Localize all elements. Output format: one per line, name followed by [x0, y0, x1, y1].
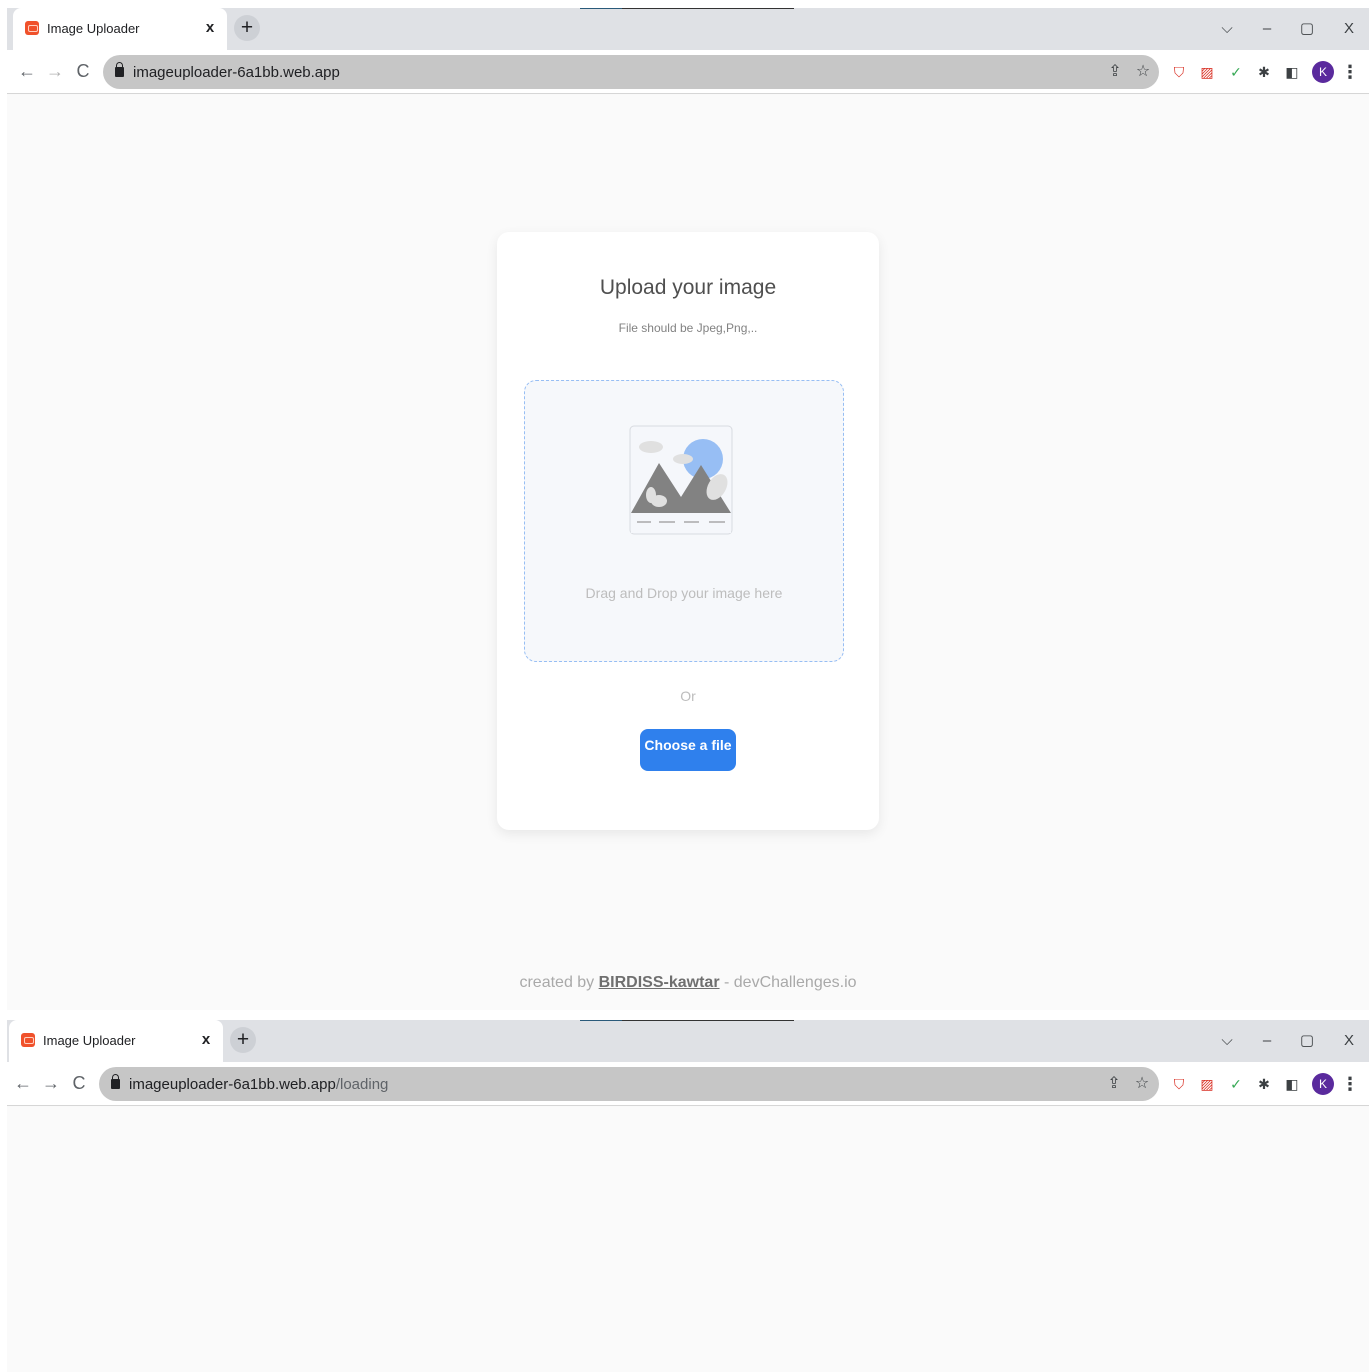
share-icon[interactable]: ⇪ [1104, 1074, 1124, 1094]
or-divider-text: Or [680, 688, 696, 704]
avatar[interactable]: K [1312, 61, 1334, 83]
tab-search-icon[interactable]: ⌵ [1215, 17, 1239, 41]
back-icon[interactable]: ← [15, 59, 39, 83]
favicon-icon [25, 21, 39, 35]
image-extension-icon[interactable]: ▨ [1198, 1075, 1216, 1093]
tab-title: Image Uploader [47, 21, 140, 36]
browser-toolbar: ← → C imageuploader-6a1bb.web.app ⇪ ☆ ⛉ … [7, 50, 1369, 94]
star-icon[interactable]: ☆ [1132, 1074, 1152, 1094]
top-accent-line [580, 8, 794, 9]
check-extension-icon[interactable]: ✓ [1227, 1075, 1245, 1093]
minimize-button[interactable]: – [1255, 17, 1279, 41]
tab-strip: Image Uploader x + ⌵ – ▢ X [7, 8, 1369, 50]
file-type-hint: File should be Jpeg,Png,.. [618, 321, 758, 335]
reload-icon[interactable]: C [67, 1071, 91, 1095]
reload-icon[interactable]: C [71, 59, 95, 83]
url-text[interactable]: imageuploader-6a1bb.web.app/loading [129, 1076, 388, 1093]
top-accent-line [580, 1020, 794, 1021]
maximize-button[interactable]: ▢ [1295, 1029, 1319, 1053]
tab-title: Image Uploader [43, 1033, 136, 1048]
avatar[interactable]: K [1312, 1073, 1334, 1095]
sidepanel-icon[interactable]: ◧ [1283, 1075, 1301, 1093]
favicon-icon [21, 1033, 35, 1047]
footer-credit: created by BIRDISS-kawtar - devChallenge… [519, 974, 857, 991]
tab-close-icon[interactable]: x [197, 1031, 215, 1049]
lock-icon [115, 62, 124, 77]
tab-strip: Image Uploader x + ⌵ – ▢ X [7, 1020, 1369, 1062]
image-extension-icon[interactable]: ▨ [1198, 63, 1216, 81]
tab-search-icon[interactable]: ⌵ [1215, 1029, 1239, 1053]
page-title: Upload your image [599, 276, 777, 299]
browser-window-loading: Image Uploader x + ⌵ – ▢ X ← → C imageup… [7, 1020, 1369, 1372]
url-text[interactable]: imageuploader-6a1bb.web.app [133, 64, 340, 81]
new-tab-button[interactable]: + [230, 1027, 256, 1053]
shield-extension-icon[interactable]: ⛉ [1170, 63, 1188, 81]
maximize-button[interactable]: ▢ [1295, 17, 1319, 41]
close-window-button[interactable]: X [1337, 1029, 1361, 1053]
share-icon[interactable]: ⇪ [1105, 62, 1125, 82]
drop-zone[interactable]: Drag and Drop your image here [524, 380, 844, 662]
forward-icon[interactable]: → [39, 1071, 63, 1095]
page-viewport: Upload your image File should be Jpeg,Pn… [7, 95, 1369, 1010]
minimize-button[interactable]: – [1255, 1029, 1279, 1053]
sidepanel-icon[interactable]: ◧ [1283, 63, 1301, 81]
author-link[interactable]: BIRDISS-kawtar [599, 974, 720, 991]
browser-window-upload: Image Uploader x + ⌵ – ▢ X ← → C imageup… [7, 8, 1369, 1010]
back-icon[interactable]: ← [11, 1071, 35, 1095]
tab-close-icon[interactable]: x [201, 19, 219, 37]
forward-icon[interactable]: → [43, 59, 67, 83]
more-vert-icon[interactable]: ⋮ [1341, 1072, 1359, 1096]
check-extension-icon[interactable]: ✓ [1227, 63, 1245, 81]
lock-icon [111, 1074, 120, 1089]
tab-image-uploader[interactable]: Image Uploader x [13, 8, 227, 50]
puzzle-icon[interactable]: ✱ [1255, 1075, 1273, 1093]
new-tab-button[interactable]: + [234, 15, 260, 41]
choose-file-button[interactable]: Choose a file [640, 729, 736, 771]
shield-extension-icon[interactable]: ⛉ [1170, 1075, 1188, 1093]
puzzle-icon[interactable]: ✱ [1255, 63, 1273, 81]
close-window-button[interactable]: X [1337, 17, 1361, 41]
star-icon[interactable]: ☆ [1133, 62, 1153, 82]
browser-toolbar: ← → C imageuploader-6a1bb.web.app/loadin… [7, 1062, 1369, 1106]
image-placeholder-icon [629, 425, 733, 535]
address-bar[interactable]: imageuploader-6a1bb.web.app/loading ⇪ ☆ [99, 1067, 1159, 1101]
drop-zone-label: Drag and Drop your image here [585, 585, 783, 601]
address-bar[interactable]: imageuploader-6a1bb.web.app ⇪ ☆ [103, 55, 1159, 89]
page-viewport-loading [7, 1107, 1369, 1372]
tab-image-uploader[interactable]: Image Uploader x [9, 1020, 223, 1062]
more-vert-icon[interactable]: ⋮ [1341, 60, 1359, 84]
upload-card: Upload your image File should be Jpeg,Pn… [497, 232, 879, 830]
